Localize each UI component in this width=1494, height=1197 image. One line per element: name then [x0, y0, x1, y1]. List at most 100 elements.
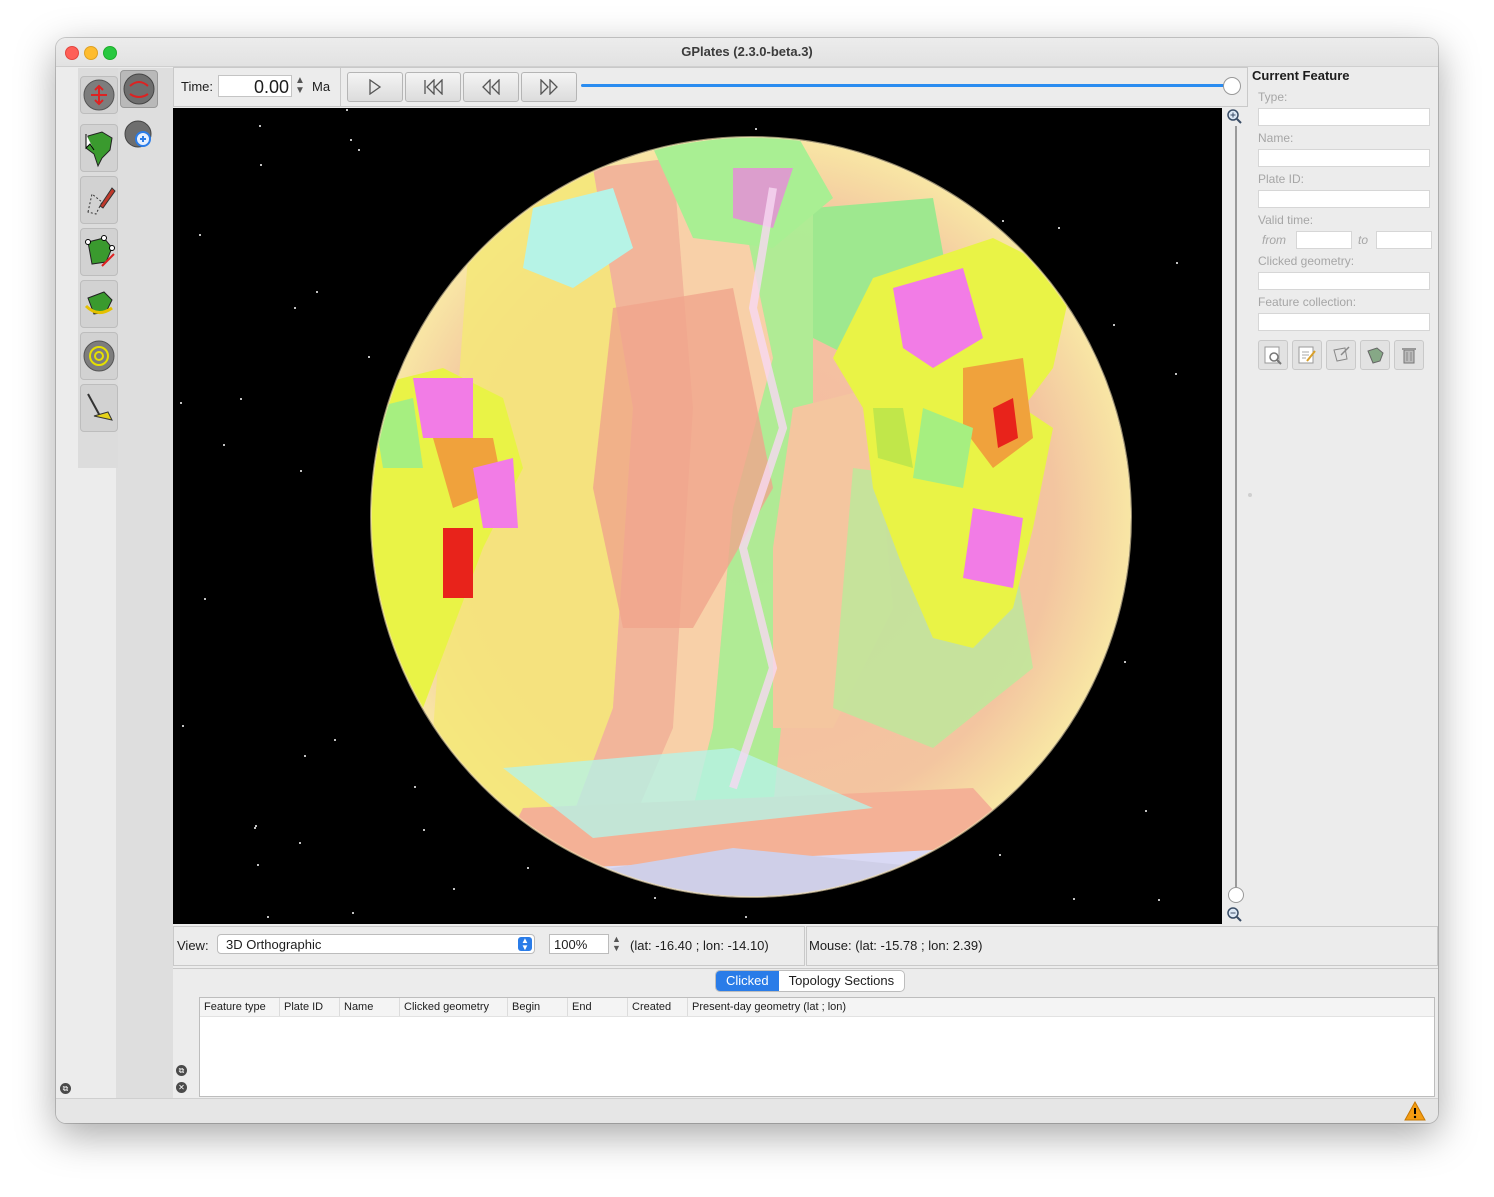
zoom-out-icon[interactable] — [1227, 907, 1243, 923]
step-forward-button[interactable] — [521, 72, 577, 102]
star — [299, 841, 302, 844]
zoom-percent-input[interactable]: 100% — [549, 934, 609, 954]
plate-id-field[interactable] — [1258, 190, 1430, 208]
column-end[interactable]: End — [568, 998, 628, 1016]
star — [259, 163, 262, 166]
column-begin[interactable]: Begin — [508, 998, 568, 1016]
globe-viewport[interactable] — [173, 108, 1222, 924]
select-feature-icon — [85, 131, 113, 168]
globe-geology-map — [371, 137, 1131, 897]
current-feature-title: Current Feature — [1252, 68, 1350, 83]
globe-drag-icon — [83, 79, 115, 111]
panel-splitter-handle[interactable] — [1248, 493, 1252, 497]
star — [345, 108, 348, 111]
star — [203, 597, 206, 600]
current-feature-panel: Current Feature Type: Name: Plate ID: Va… — [1252, 68, 1436, 398]
view-bar: View: 3D Orthographic ▲ ▼ 100% ▲ ▼ (lat: -… — [173, 926, 805, 966]
delete-feature-button[interactable] — [1394, 340, 1424, 370]
clone-feature-icon — [1367, 347, 1384, 364]
edit-feature-button[interactable] — [1292, 340, 1322, 370]
warning-icon[interactable] — [1404, 1101, 1426, 1121]
column-clicked-geometry[interactable]: Clicked geometry — [400, 998, 508, 1016]
projection-value: 3D Orthographic — [226, 937, 322, 952]
step-backward-button[interactable] — [463, 72, 519, 102]
feature-collection-label: Feature collection: — [1258, 295, 1357, 309]
table-header: Feature type Plate ID Name Clicked geome… — [200, 998, 1434, 1017]
zoom-in-icon[interactable] — [1227, 109, 1243, 125]
time-label: Time: — [181, 79, 214, 94]
column-feature-type[interactable]: Feature type — [200, 998, 280, 1016]
play-icon — [369, 79, 382, 95]
float-panel-icon[interactable]: ⧉ — [60, 1083, 71, 1094]
star — [334, 738, 337, 741]
zoom-slider-handle[interactable] — [1228, 887, 1244, 903]
rotate-globe-tool[interactable] — [120, 70, 158, 108]
move-vertices-button[interactable] — [1326, 340, 1356, 370]
column-present-day-geometry[interactable]: Present-day geometry (lat ; lon) — [688, 998, 1434, 1016]
drag-globe-tool[interactable] — [80, 76, 118, 114]
small-circle-tool[interactable] — [80, 332, 118, 380]
column-plate-id[interactable]: Plate ID — [280, 998, 340, 1016]
star — [349, 138, 352, 141]
feature-collection-field[interactable] — [1258, 313, 1430, 331]
star — [1123, 661, 1126, 664]
digitise-geometry-tool[interactable] — [80, 176, 118, 224]
time-slider-track[interactable] — [581, 84, 1233, 87]
gplates-window: GPlates (2.3.0-beta.3) Time: 0.00 ▲▼ Ma — [56, 38, 1438, 1123]
valid-time-from-field[interactable] — [1296, 231, 1352, 249]
measure-distance-tool[interactable] — [80, 384, 118, 432]
close-panel-icon[interactable]: ✕ — [176, 1082, 187, 1093]
globe-canvas[interactable] — [173, 108, 1222, 924]
chevron-up-down-icon: ▲ ▼ — [518, 937, 532, 952]
clicked-geometry-label: Clicked geometry: — [1258, 254, 1355, 268]
mouse-coordinates-bar: Mouse: (lat: -15.78 ; lon: 2.39) — [806, 926, 1438, 966]
status-bar — [56, 1098, 1438, 1123]
time-input[interactable]: 0.00 — [218, 75, 292, 97]
step-forward-icon — [540, 79, 558, 95]
title-bar: GPlates (2.3.0-beta.3) — [56, 38, 1438, 67]
edit-geometry-tool[interactable] — [80, 228, 118, 276]
plate-id-label: Plate ID: — [1258, 172, 1305, 186]
from-label: from — [1262, 233, 1286, 247]
clone-feature-button[interactable] — [1360, 340, 1390, 370]
zoom-globe-icon — [124, 120, 152, 148]
valid-time-label: Valid time: — [1258, 213, 1314, 227]
time-slider-handle[interactable] — [1223, 77, 1241, 95]
star — [653, 897, 656, 900]
star — [198, 234, 201, 237]
column-name[interactable]: Name — [340, 998, 400, 1016]
column-created[interactable]: Created — [628, 998, 688, 1016]
zoom-slider-track[interactable] — [1235, 126, 1237, 896]
move-vertex-icon — [1333, 346, 1350, 362]
mouse-coordinates: Mouse: (lat: -15.78 ; lon: 2.39) — [809, 938, 983, 953]
query-feature-button[interactable] — [1258, 340, 1288, 370]
digitise-pen-icon — [87, 187, 116, 215]
rewind-to-start-icon — [424, 79, 443, 95]
tool-palette-column-2 — [116, 68, 173, 1098]
type-label: Type: — [1258, 90, 1288, 104]
clicked-geometry-field[interactable] — [1258, 272, 1430, 290]
valid-time-to-field[interactable] — [1376, 231, 1432, 249]
type-field[interactable] — [1258, 108, 1430, 126]
feature-table-panel: Clicked Topology Sections Feature type P… — [173, 968, 1438, 1099]
play-button[interactable] — [347, 72, 403, 102]
star — [414, 785, 417, 788]
reset-to-start-button[interactable] — [405, 72, 461, 102]
star — [181, 725, 184, 728]
choose-feature-tool[interactable] — [80, 124, 118, 172]
time-stepper[interactable]: ▲ ▼ — [295, 76, 305, 96]
small-circle-icon — [83, 340, 115, 372]
window-title: GPlates (2.3.0-beta.3) — [681, 44, 813, 59]
projection-select[interactable]: 3D Orthographic ▲ ▼ — [217, 934, 535, 954]
manipulate-pole-tool[interactable] — [80, 280, 118, 328]
tab-clicked[interactable]: Clicked — [716, 971, 779, 991]
name-field[interactable] — [1258, 149, 1430, 167]
tab-topology-sections[interactable]: Topology Sections — [779, 971, 905, 991]
view-label: View: — [177, 938, 209, 953]
star — [1113, 323, 1116, 326]
zoom-stepper[interactable]: ▲ ▼ — [612, 935, 621, 953]
trash-icon — [1402, 348, 1416, 364]
zoom-tool[interactable] — [122, 118, 158, 154]
measure-caliper-icon — [87, 393, 113, 421]
undock-panel-icon[interactable]: ⧉ — [176, 1065, 187, 1076]
